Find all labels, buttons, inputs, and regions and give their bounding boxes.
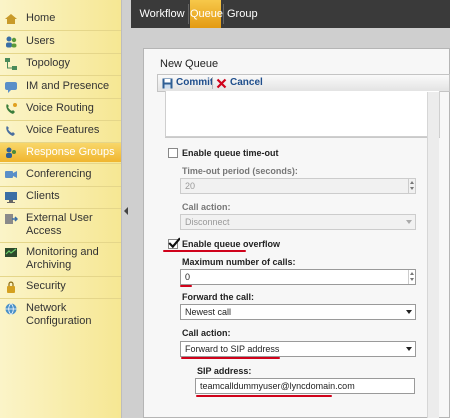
overflow-call-action-label: Call action: bbox=[182, 328, 231, 338]
max-calls-spinner[interactable] bbox=[408, 270, 415, 284]
commit-label: Commit bbox=[176, 77, 214, 88]
sidebar-item-home[interactable]: Home bbox=[0, 12, 121, 28]
overflow-checkbox-label: Enable queue overflow bbox=[182, 239, 281, 249]
overflow-call-action-select[interactable]: Forward to SIP address bbox=[180, 341, 416, 357]
timeout-period-input[interactable]: 20 bbox=[180, 178, 416, 194]
queue-details-area bbox=[165, 91, 440, 137]
collapse-arrow-icon[interactable] bbox=[124, 207, 128, 215]
voice-routing-icon bbox=[4, 102, 18, 116]
tab-workflow[interactable]: Workflow bbox=[139, 0, 185, 28]
sidebar-item-voice-features[interactable]: Voice Features bbox=[0, 124, 121, 140]
voice-features-icon bbox=[4, 124, 18, 138]
save-icon bbox=[162, 78, 173, 88]
close-icon bbox=[216, 78, 227, 88]
sidebar-item-label: External User Access bbox=[26, 212, 93, 237]
sidebar-item-label: Topology bbox=[26, 57, 71, 69]
conferencing-icon bbox=[4, 168, 18, 182]
sidebar-item-label: Voice Routing bbox=[26, 102, 94, 114]
cancel-label: Cancel bbox=[230, 77, 263, 88]
commit-button[interactable]: Commit bbox=[162, 75, 213, 91]
network-icon bbox=[4, 302, 18, 316]
tab-group[interactable]: Group bbox=[227, 0, 258, 28]
sidebar-item-label: Network Configuration bbox=[26, 302, 92, 327]
tab-queue[interactable]: Queue bbox=[190, 0, 223, 28]
chevron-down-icon bbox=[402, 305, 415, 319]
sidebar: Home Users Topology IM and Presence Voic… bbox=[0, 0, 122, 418]
timeout-checkbox-label: Enable queue time-out bbox=[182, 148, 279, 158]
timeout-period-label: Time-out period (seconds): bbox=[182, 166, 298, 176]
im-presence-icon bbox=[4, 80, 18, 94]
annotation-underline bbox=[163, 250, 246, 252]
section-divider bbox=[165, 137, 440, 138]
sidebar-item-label: Security bbox=[26, 280, 66, 292]
sidebar-item-im-presence[interactable]: IM and Presence bbox=[0, 80, 121, 96]
sidebar-item-label: Voice Features bbox=[26, 124, 100, 136]
sip-address-input[interactable]: teamcalldummyuser@lyncdomain.com bbox=[195, 378, 415, 394]
annotation-underline bbox=[196, 395, 332, 397]
clients-icon bbox=[4, 190, 18, 204]
security-icon bbox=[4, 280, 18, 294]
chevron-down-icon bbox=[402, 342, 415, 356]
chevron-down-icon bbox=[402, 215, 415, 229]
annotation-underline bbox=[180, 285, 192, 287]
form-toolbar: Commit Cancel bbox=[157, 74, 450, 92]
sidebar-item-label: IM and Presence bbox=[26, 80, 110, 92]
sidebar-item-clients[interactable]: Clients bbox=[0, 190, 121, 206]
sidebar-item-voice-routing[interactable]: Voice Routing bbox=[0, 102, 121, 118]
response-groups-icon bbox=[4, 146, 18, 160]
timeout-call-action-select[interactable]: Disconnect bbox=[180, 214, 416, 230]
sidebar-item-monitoring-archiving[interactable]: Monitoring and Archiving bbox=[0, 246, 121, 274]
external-access-icon bbox=[4, 212, 18, 226]
sidebar-item-label: Monitoring and Archiving bbox=[26, 246, 99, 271]
sidebar-item-security[interactable]: Security bbox=[0, 280, 121, 296]
timeout-call-action-label: Call action: bbox=[182, 202, 231, 212]
top-tab-bar: Workflow Queue Group bbox=[131, 0, 450, 28]
home-icon bbox=[4, 12, 18, 26]
sidebar-item-topology[interactable]: Topology bbox=[0, 57, 121, 73]
sidebar-item-external-user-access[interactable]: External User Access bbox=[0, 212, 121, 240]
topology-icon bbox=[4, 57, 18, 71]
sidebar-item-users[interactable]: Users bbox=[0, 35, 121, 51]
sidebar-item-label: Conferencing bbox=[26, 168, 92, 180]
sidebar-item-label: Home bbox=[26, 12, 56, 24]
timeout-checkbox[interactable] bbox=[168, 148, 178, 158]
users-icon bbox=[4, 35, 18, 49]
forward-call-select[interactable]: Newest call bbox=[180, 304, 416, 320]
timeout-period-spinner[interactable] bbox=[408, 179, 415, 193]
max-calls-input[interactable]: 0 bbox=[180, 269, 416, 285]
sidebar-item-conferencing[interactable]: Conferencing bbox=[0, 168, 121, 184]
overflow-checkbox[interactable] bbox=[168, 237, 180, 249]
checkmark-icon bbox=[168, 237, 180, 249]
cancel-button[interactable]: Cancel bbox=[216, 75, 263, 91]
sip-address-label: SIP address: bbox=[197, 366, 252, 376]
monitoring-icon bbox=[4, 246, 18, 260]
annotation-underline bbox=[181, 357, 280, 359]
sidebar-item-response-groups[interactable]: Response Groups bbox=[0, 143, 121, 162]
sidebar-item-label: Clients bbox=[26, 190, 60, 202]
page-title: New Queue bbox=[160, 58, 219, 70]
sidebar-item-label: Users bbox=[26, 35, 55, 47]
form-scrollbar[interactable] bbox=[427, 92, 439, 418]
sidebar-splitter[interactable] bbox=[121, 0, 131, 418]
sidebar-item-network-configuration[interactable]: Network Configuration bbox=[0, 302, 121, 330]
sidebar-item-label: Response Groups bbox=[26, 146, 115, 158]
forward-call-label: Forward the call: bbox=[182, 292, 255, 302]
max-calls-label: Maximum number of calls: bbox=[182, 257, 296, 267]
